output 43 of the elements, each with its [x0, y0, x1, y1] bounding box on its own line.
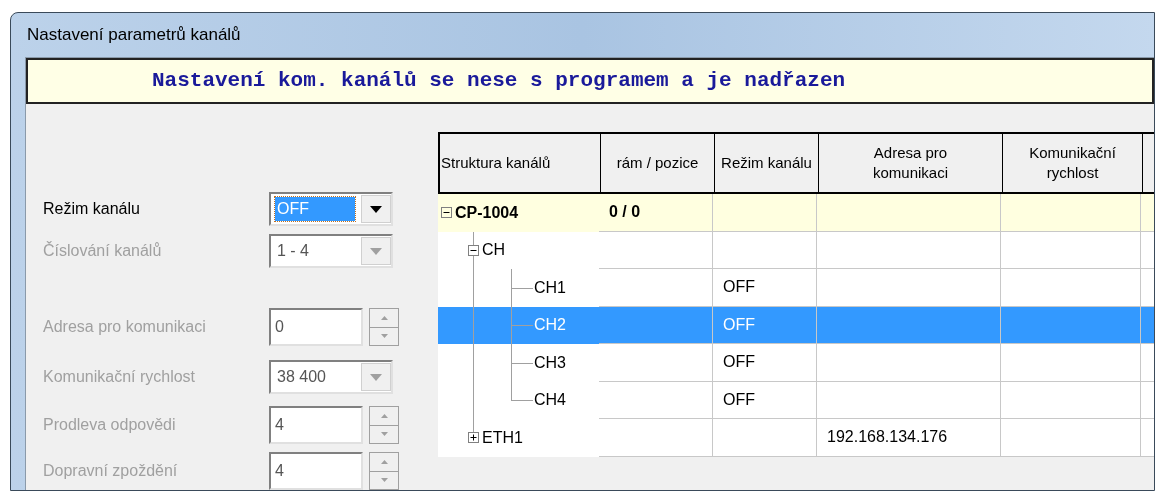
down-arrow-icon: [380, 334, 388, 339]
table-cell-text: 0 / 0: [609, 202, 641, 223]
caret-icon: [370, 205, 382, 213]
table-row[interactable]: CH3 OFF: [438, 344, 1154, 382]
table-cell-text: OFF: [723, 389, 755, 410]
field-label: Komunikační rychlost: [43, 367, 197, 387]
table-cell-text: OFF: [723, 314, 755, 335]
field-label: Prodleva odpovědi: [43, 415, 177, 435]
column-header[interactable]: Struktura kanálů: [441, 153, 551, 173]
column-header[interactable]: Komunikační rychlost: [1022, 143, 1123, 183]
tree-item[interactable]: ETH1: [482, 425, 523, 450]
table-row[interactable]: ETH1 192.168.134.176: [438, 419, 1154, 457]
up-arrow-icon: [380, 413, 388, 418]
expand-icon[interactable]: [468, 432, 479, 444]
up-arrow-icon: [380, 459, 388, 464]
table-row[interactable]: CP-1004 0 / 0: [438, 194, 1154, 232]
caret-icon: [370, 247, 382, 255]
column-header[interactable]: Režim kanálu: [721, 153, 812, 173]
table-cell-text: OFF: [723, 352, 755, 373]
table-row[interactable]: CH1 OFF: [438, 269, 1154, 307]
collapse-icon[interactable]: [468, 244, 479, 256]
table-row[interactable]: CH: [438, 231, 1154, 269]
collapse-icon[interactable]: [441, 207, 452, 219]
down-arrow-icon: [380, 432, 388, 437]
tree-item[interactable]: CH1: [534, 275, 566, 300]
field-label: Číslování kanálů: [43, 240, 163, 261]
field-label: Dopravní zpoždění: [43, 461, 179, 481]
up-arrow-icon: [380, 315, 388, 320]
column-header[interactable]: Adresa pro komunikaci: [860, 143, 961, 183]
table-cell-text: 192.168.134.176: [827, 427, 948, 448]
tree-item[interactable]: CP-1004: [455, 200, 519, 225]
down-arrow-icon: [380, 478, 388, 483]
tree-item[interactable]: CH: [482, 238, 506, 263]
tree-item[interactable]: CH3: [534, 350, 566, 375]
table-cell-text: OFF: [723, 277, 755, 298]
field-label: Adresa pro komunikaci: [43, 317, 207, 337]
caret-icon: [370, 373, 382, 381]
field-label: Režim kanálu: [43, 199, 141, 219]
banner: Nastavení kom. kanálů se nese s programem a je nadřazen: [26, 58, 1154, 104]
table-row[interactable]: CH4 OFF: [438, 381, 1154, 419]
window-title: Nastavení parametrů kanálů: [27, 24, 241, 47]
column-header[interactable]: rám / pozice: [616, 153, 699, 173]
tree-item[interactable]: CH4: [534, 388, 566, 413]
